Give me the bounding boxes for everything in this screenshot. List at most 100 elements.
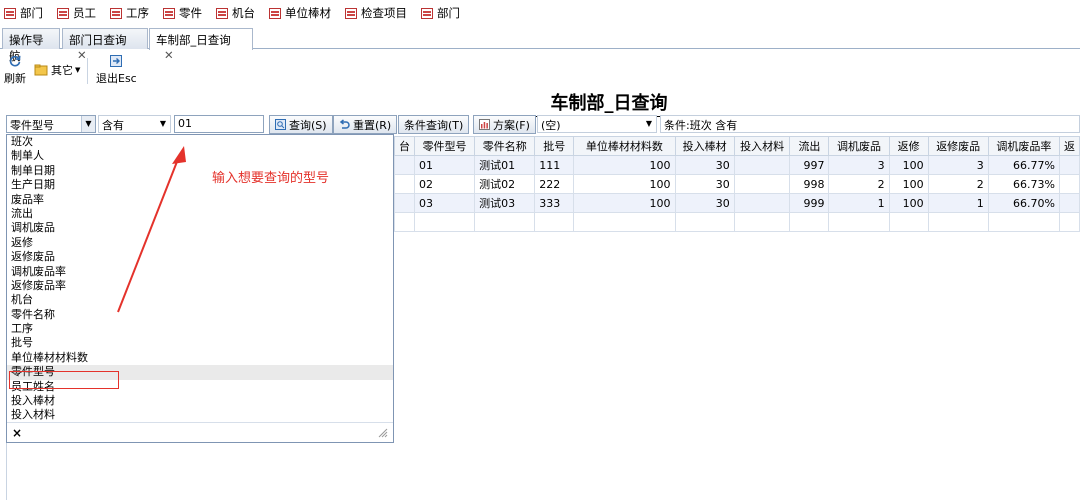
- table-cell: [789, 212, 830, 232]
- dropdown-option[interactable]: 流出: [7, 207, 393, 221]
- condition-query-button[interactable]: 条件查询(T): [398, 115, 470, 134]
- refresh-label: 刷新: [4, 72, 26, 85]
- form-icon: [57, 7, 69, 19]
- tab-nav[interactable]: 操作导航: [2, 28, 60, 63]
- tab-dept-daily[interactable]: 部门日查询✕: [62, 28, 148, 62]
- tab-lathe-daily[interactable]: 车制部_日查询✕: [149, 28, 253, 62]
- dropdown-option[interactable]: 返修: [7, 236, 393, 250]
- menu-item[interactable]: 部门: [421, 5, 460, 21]
- dropdown-option[interactable]: 零件名称: [7, 308, 393, 322]
- dropdown-option[interactable]: 返修废品: [7, 250, 393, 264]
- exit-button[interactable]: 退出Esc: [96, 54, 137, 86]
- form-icon: [421, 7, 433, 19]
- menu-item[interactable]: 机台: [216, 5, 255, 21]
- dropdown-option[interactable]: 返修废品率: [7, 279, 393, 293]
- menu-item[interactable]: 零件: [163, 5, 202, 21]
- menu-item[interactable]: 部门: [4, 5, 43, 21]
- table-cell: 111: [534, 155, 575, 175]
- reset-button[interactable]: 重置(R): [333, 115, 398, 134]
- other-button[interactable]: 其它 ▼: [34, 62, 80, 78]
- table-cell: 02: [413, 174, 476, 194]
- column-header[interactable]: 批号: [534, 136, 575, 156]
- form-icon: [216, 7, 228, 19]
- column-header[interactable]: 零件名称: [474, 136, 536, 156]
- chevron-down-icon: ▼: [75, 66, 81, 74]
- resize-grip-icon[interactable]: [378, 428, 388, 438]
- column-header[interactable]: 零件型号: [413, 136, 476, 156]
- value-input[interactable]: 01: [174, 115, 264, 133]
- table-cell: 2: [828, 174, 890, 194]
- annotation-text: 输入想要查询的型号: [212, 171, 330, 186]
- scheme-select[interactable]: (空) ▼: [537, 115, 657, 133]
- dropdown-option[interactable]: 工序: [7, 322, 393, 336]
- table-row[interactable]: 01 测试01 111 100 30 997 3 100 3 66.77%: [394, 155, 1080, 175]
- table-cell: 1: [828, 193, 890, 213]
- dropdown-option[interactable]: 班次: [7, 135, 393, 149]
- table-cell: 100: [573, 193, 676, 213]
- table-cell: 100: [573, 155, 676, 175]
- table-cell: 999: [789, 193, 830, 213]
- dropdown-option[interactable]: 制单人: [7, 149, 393, 163]
- column-header[interactable]: 单位棒材材料数: [573, 136, 676, 156]
- dropdown-option[interactable]: 投入材料: [7, 408, 393, 422]
- condition-text: 条件:班次 含有: [664, 119, 738, 132]
- menu-item[interactable]: 员工: [57, 5, 96, 21]
- dropdown-option[interactable]: 调机废品: [7, 221, 393, 235]
- data-grid: 台零件型号 零件名称 批号 单位棒材材料数 投入棒材 投入材料 流出 调机废品 返修 返修废品 调机…: [394, 136, 1080, 232]
- dropdown-option[interactable]: 制单日期: [7, 164, 393, 178]
- close-icon[interactable]: ×: [12, 426, 22, 440]
- table-cell: [733, 155, 791, 175]
- table-cell: [534, 212, 575, 232]
- dropdown-option[interactable]: 机台: [7, 293, 393, 307]
- dropdown-option[interactable]: 单位棒材材料数: [7, 351, 393, 365]
- column-header[interactable]: 台: [394, 136, 415, 156]
- dropdown-option[interactable]: 投入棒材: [7, 394, 393, 408]
- field-select-value: 零件型号: [10, 119, 54, 132]
- dropdown-option[interactable]: 批号: [7, 336, 393, 350]
- menu-item[interactable]: 单位棒材: [269, 5, 331, 21]
- column-header[interactable]: 投入棒材: [674, 136, 735, 156]
- dropdown-footer: ×: [7, 422, 393, 442]
- column-header[interactable]: 调机废品率: [987, 136, 1060, 156]
- table-row-empty: [394, 212, 1080, 232]
- toolbar: 刷新 其它 ▼ 退出Esc: [0, 52, 1080, 90]
- condition-query-label: 条件查询(T): [404, 118, 464, 132]
- undo-icon: [339, 119, 350, 129]
- field-dropdown-list[interactable]: 班次 制单人 制单日期 生产日期 废品率 流出 调机废品 返修 返修废品 调机废品率 返修废品率 机台…: [6, 134, 394, 443]
- menu-item[interactable]: 工序: [110, 5, 149, 21]
- table-row[interactable]: 02 测试02 222 100 30 998 2 100 2 66.73%: [394, 174, 1080, 194]
- query-button[interactable]: 查询(S): [269, 115, 333, 134]
- chevron-down-icon[interactable]: ▼: [81, 116, 95, 132]
- column-header[interactable]: 返修: [888, 136, 929, 156]
- column-header[interactable]: 流出: [789, 136, 830, 156]
- field-select[interactable]: 零件型号 ▼: [6, 115, 96, 133]
- chevron-down-icon[interactable]: ▼: [642, 116, 656, 132]
- form-icon: [110, 7, 122, 19]
- table-row[interactable]: 03 测试03 333 100 30 999 1 100 1 66.70%: [394, 193, 1080, 213]
- annotation-arrow: [117, 146, 186, 313]
- dropdown-option[interactable]: 废品率: [7, 193, 393, 207]
- refresh-button[interactable]: 刷新: [4, 54, 26, 86]
- table-cell: 1: [927, 193, 989, 213]
- chevron-down-icon[interactable]: ▼: [156, 116, 170, 132]
- column-header[interactable]: 投入材料: [733, 136, 791, 156]
- menu-item[interactable]: 检查项目: [345, 5, 407, 21]
- scheme-button[interactable]: 方案(F): [473, 115, 536, 134]
- column-header[interactable]: 调机废品: [828, 136, 890, 156]
- column-header[interactable]: 返: [1058, 136, 1080, 156]
- table-cell: [1058, 174, 1080, 194]
- operator-select[interactable]: 含有 ▼: [98, 115, 171, 133]
- table-cell: 3: [927, 155, 989, 175]
- page-title: 车制部_日查询: [520, 89, 698, 117]
- dropdown-option[interactable]: 生产日期: [7, 178, 393, 192]
- dropdown-option[interactable]: 调机废品率: [7, 265, 393, 279]
- table-cell: 100: [888, 155, 929, 175]
- column-header[interactable]: 返修废品: [927, 136, 989, 156]
- exit-label: 退出Esc: [96, 72, 137, 85]
- table-cell: 30: [674, 155, 735, 175]
- table-cell: 03: [413, 193, 476, 213]
- table-cell: [474, 212, 536, 232]
- menu-item-label: 机台: [232, 6, 255, 20]
- table-cell: 998: [789, 174, 830, 194]
- reset-button-label: 重置(R): [353, 118, 392, 132]
